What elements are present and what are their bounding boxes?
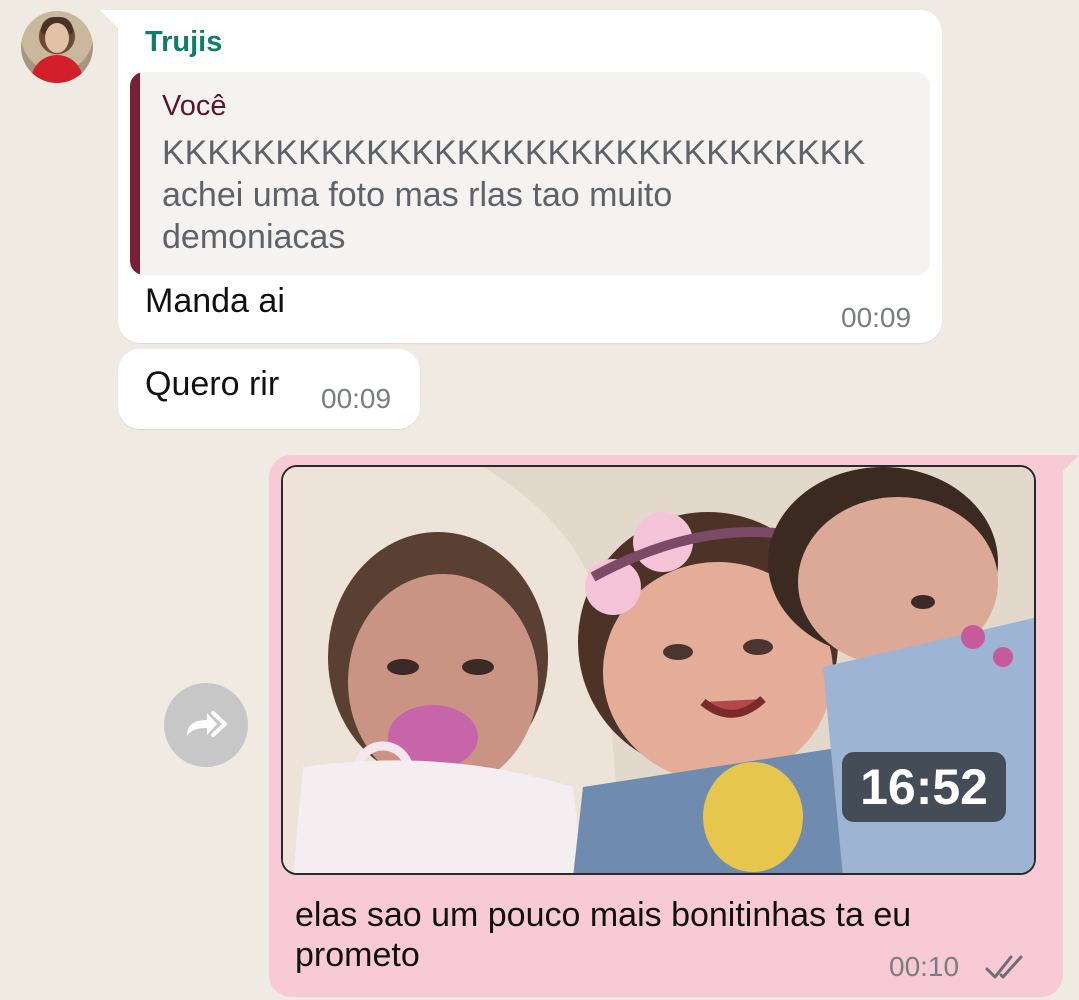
incoming-message[interactable]: Trujis Você KKKKKKKKKKKKKKKKKKKKKKKKKKKK…: [118, 10, 942, 343]
outgoing-message[interactable]: 16:52 elas sao um pouco mais bonitinhas …: [269, 455, 1063, 997]
message-meta: 00:10: [889, 951, 1029, 985]
message-time: 00:10: [889, 951, 960, 982]
outgoing-bubble-tail: [1061, 455, 1079, 473]
message-text: Manda ai: [145, 282, 285, 320]
video-duration-badge: 16:52: [842, 752, 1006, 822]
forward-icon: [187, 711, 227, 737]
avatar-face: [45, 23, 69, 53]
avatar-shirt: [31, 55, 83, 83]
video-thumbnail[interactable]: 16:52: [281, 465, 1036, 875]
sender-name[interactable]: Trujis: [145, 26, 222, 59]
double-check-icon: [985, 955, 1023, 979]
incoming-bubble-tail: [100, 10, 120, 30]
incoming-message[interactable]: Quero rir 00:09: [118, 349, 420, 429]
quote-line: achei uma foto mas rlas tao muito: [162, 176, 673, 214]
quote-line: KKKKKKKKKKKKKKKKKKKKKKKKKKKKKKK: [162, 134, 866, 172]
contact-avatar[interactable]: [21, 11, 93, 83]
quote-author: Você: [162, 90, 227, 122]
message-time: 00:09: [841, 302, 912, 333]
message-time: 00:09: [321, 383, 392, 414]
quote-text: KKKKKKKKKKKKKKKKKKKKKKKKKKKKKKK achei um…: [162, 132, 922, 258]
caption-line: elas sao um pouco mais bonitinhas ta eu: [295, 896, 912, 934]
forward-button[interactable]: [164, 683, 248, 767]
quote-bar: [130, 72, 140, 275]
quoted-message[interactable]: Você KKKKKKKKKKKKKKKKKKKKKKKKKKKKKKK ach…: [130, 72, 930, 275]
quote-line: demoniacas: [162, 218, 346, 256]
chat-view: Trujis Você KKKKKKKKKKKKKKKKKKKKKKKKKKKK…: [0, 0, 1079, 1000]
message-text: Quero rir: [145, 365, 280, 403]
